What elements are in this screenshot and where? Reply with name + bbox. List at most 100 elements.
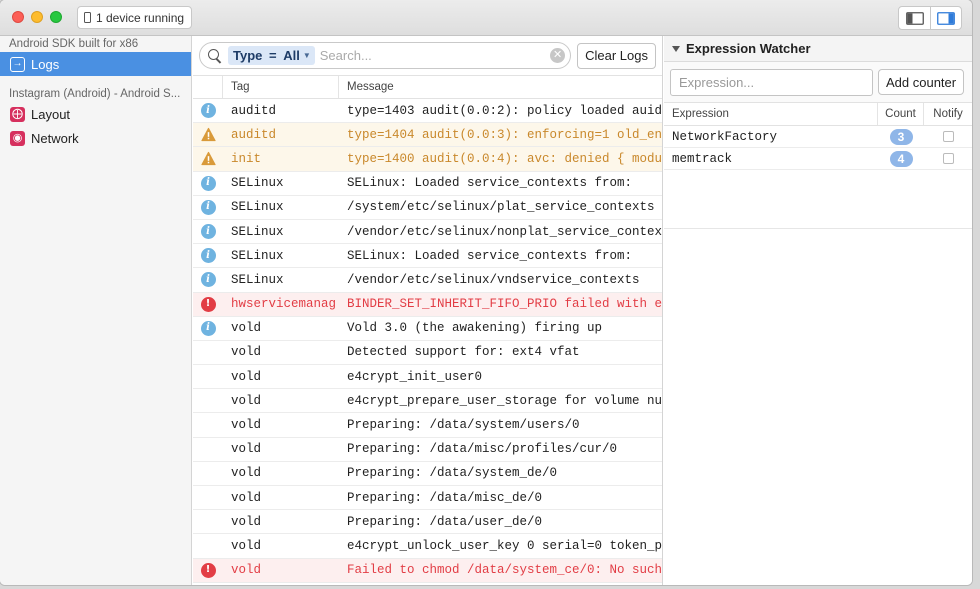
log-table-body: i auditd type=1403 audit(0.0:2): policy lo… (193, 99, 662, 583)
globe-icon: ◉ (10, 130, 25, 146)
log-row[interactable]: ! hwservicemanag BINDER_SET_INHERIT_FIFO_P… (193, 292, 662, 317)
watcher-row[interactable]: NetworkFactory 3 (664, 126, 972, 148)
log-message: /system/etc/selinux/plat_service_context… (347, 200, 655, 215)
info-icon: i (200, 272, 216, 288)
type-filter-key: Type (233, 48, 263, 63)
info-icon: i (200, 175, 216, 191)
watcher-row[interactable]: memtrack 4 (664, 148, 972, 170)
log-tag: init (231, 151, 262, 166)
error-icon: ! (200, 562, 216, 578)
expression-input[interactable] (670, 68, 873, 96)
level-column-header[interactable] (193, 76, 223, 98)
log-tag: SELinux (231, 248, 284, 263)
search-input[interactable] (319, 48, 546, 63)
notify-column-header[interactable]: Notify (924, 108, 972, 120)
expression-watcher-pane: Expression Watcher Add counter Expressio… (664, 36, 972, 585)
log-level-cell: i (193, 320, 223, 336)
log-row[interactable]: vold Preparing: /data/misc_de/0 (193, 486, 662, 511)
clear-logs-button[interactable]: Clear Logs (577, 42, 656, 69)
count-badge: 4 (889, 150, 913, 167)
log-row[interactable]: i SELinux/vendor/etc/selinux/vndservice_c… (193, 268, 662, 293)
expression-watcher-header[interactable]: Expression Watcher (664, 36, 972, 62)
log-row[interactable]: i SELinux SELinux: Loaded service_contexts… (193, 244, 662, 269)
log-tag: vold (231, 345, 262, 360)
close-window-button[interactable] (12, 11, 24, 23)
log-tag: SELinux (231, 200, 284, 215)
watcher-table-body: NetworkFactory 3 memtrack 4 (664, 126, 972, 170)
log-row[interactable]: vold Preparing: /data/system_de/0 (193, 462, 662, 486)
log-search-box[interactable]: Type = All ▼ ✕ (199, 42, 572, 69)
message-column-header[interactable]: Message (339, 81, 394, 93)
log-tag: vold (231, 442, 262, 457)
log-tag: vold (231, 490, 262, 505)
log-row[interactable]: vold Preparing: /data/system/users/0 (193, 413, 662, 438)
type-filter-token[interactable]: Type = All ▼ (228, 46, 315, 65)
log-message: Vold 3.0 (the awakening) firing up (347, 321, 603, 336)
log-row[interactable]: i SELinux/vendor/etc/selinux/nonplat_serv… (193, 220, 662, 245)
logs-arrow-icon: → (10, 56, 25, 72)
log-row[interactable]: i SELinux SELinux: Loaded service_contexts… (193, 172, 662, 196)
info-icon: i (200, 103, 216, 119)
expression-column-header[interactable]: Expression (664, 103, 878, 125)
log-row[interactable]: init type=1400 audit(0.0:4): avc: denied … (193, 147, 662, 172)
log-tag: vold (231, 321, 262, 336)
minimize-window-button[interactable] (31, 11, 43, 23)
toggle-left-sidebar-button[interactable] (899, 7, 930, 29)
sidebar-item-label: Network (31, 130, 79, 146)
log-tag: vold (231, 466, 262, 481)
log-row[interactable]: i vold Vold 3.0 (the awakening) firing up (193, 317, 662, 341)
log-row[interactable]: i SELinux/system/etc/selinux/plat_service… (193, 196, 662, 220)
log-message: Preparing: /data/misc_de/0 (347, 490, 543, 505)
log-row[interactable]: vold e4crypt_unlock_user_key 0 serial=0 t… (193, 534, 662, 559)
notify-checkbox[interactable] (942, 153, 954, 164)
log-level-cell: i (193, 272, 223, 288)
log-tag: hwservicemanag (231, 297, 337, 312)
log-message: Preparing: /data/user_de/0 (347, 514, 543, 529)
log-message: type=1404 audit(0.0:3): enforcing=1 old_… (347, 127, 662, 142)
device-selector-button[interactable]: 1 device running (77, 6, 193, 29)
zoom-window-button[interactable] (50, 11, 62, 23)
sidebar-item-label: Layout (31, 106, 71, 122)
info-icon: i (200, 320, 216, 336)
count-column-header[interactable]: Count (878, 103, 924, 125)
app-window: 1 device running Android SDK built for x… (0, 0, 972, 585)
watcher-notify-cell (924, 131, 972, 142)
log-message: type=1400 audit(0.0:4): avc: denied { mo… (347, 151, 662, 166)
log-message: Preparing: /data/system_de/0 (347, 466, 558, 481)
info-icon: i (200, 199, 216, 215)
log-level-cell: ! (193, 296, 223, 312)
log-row[interactable]: vold Preparing: /data/misc/profiles/cur/0 (193, 438, 662, 462)
notify-checkbox[interactable] (942, 131, 954, 142)
log-level-cell: i (193, 103, 223, 119)
log-message: e4crypt_unlock_user_key 0 serial=0 token… (347, 538, 662, 553)
log-row[interactable]: ! vold Failed to chmod /data/system_ce/0: … (193, 558, 662, 583)
log-tag: vold (231, 418, 262, 433)
error-icon: ! (200, 296, 216, 312)
watcher-expression: memtrack (672, 151, 733, 166)
log-row[interactable]: auditd type=1404 audit(0.0:3): enforcing=… (193, 123, 662, 148)
clear-search-icon[interactable]: ✕ (550, 48, 566, 63)
toggle-right-sidebar-button[interactable] (930, 7, 961, 29)
sidebar-item-logs[interactable]: → Logs (0, 52, 191, 76)
log-message: e4crypt_prepare_user_storage for volume … (347, 393, 662, 408)
log-tag: SELinux (231, 176, 284, 191)
tag-column-header[interactable]: Tag (223, 76, 339, 98)
search-icon (207, 48, 223, 64)
log-row[interactable]: vold Preparing: /data/user_de/0 (193, 510, 662, 535)
sidebar-item-network[interactable]: ◉ Network (0, 126, 191, 150)
log-row[interactable]: i auditd type=1403 audit(0.0:2): policy lo… (193, 99, 662, 124)
log-message: type=1403 audit(0.0:2): policy loaded au… (347, 103, 662, 118)
log-message: /vendor/etc/selinux/nonplat_service_cont… (347, 224, 662, 239)
log-row[interactable]: vold e4crypt_init_user0 (193, 365, 662, 390)
count-badge: 3 (889, 128, 913, 145)
add-counter-button[interactable]: Add counter (878, 69, 965, 95)
log-level-cell (193, 151, 223, 166)
log-level-cell: i (193, 199, 223, 215)
type-filter-value: All (283, 48, 300, 63)
sidebar-item-layout[interactable]: ⨁ Layout (0, 102, 191, 126)
logs-toolbar: Type = All ▼ ✕ Clear Logs (193, 36, 662, 76)
log-row[interactable]: vold e4crypt_prepare_user_storage for vol… (193, 389, 662, 414)
log-row[interactable]: vold Detected support for: ext4 vfat (193, 341, 662, 366)
watcher-count-cell: 3 (878, 128, 924, 145)
logs-column-header: Tag Message (193, 76, 662, 99)
